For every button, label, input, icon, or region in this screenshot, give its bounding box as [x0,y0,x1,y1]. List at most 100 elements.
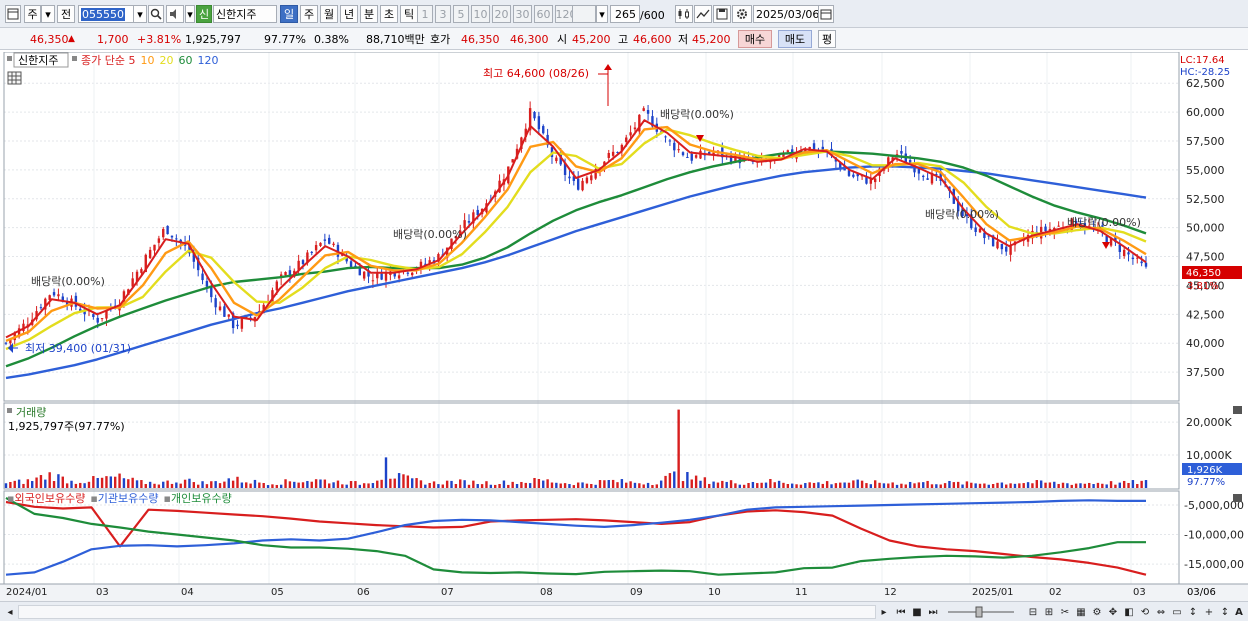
compare-icon[interactable]: ◧ [1122,605,1136,619]
volume-bar [157,484,161,488]
first-page-icon[interactable]: ⏮ [894,605,908,619]
holding-legend[interactable]: ▪외국인보유수량 ▪기관보유수량 ▪개인보유수량 [7,492,232,505]
open-label: 시 [557,33,568,46]
count-input[interactable]: 265 [610,5,640,23]
interval-button-5[interactable]: 30 [513,5,532,23]
stock-chart[interactable]: 62,500 60,000 57,500 55,000 52,500 50,000 47,5… [0,52,1248,601]
ma-legend-item: 20 [159,54,173,67]
drawing-tool-icon[interactable] [694,5,712,23]
volume-bar [210,481,213,488]
candle-body [323,239,327,241]
stop-icon[interactable]: ■ [910,605,924,619]
scroll-right-icon[interactable]: ▸ [878,605,890,619]
volume-bar [642,484,645,488]
interval-button-6[interactable]: 60 [534,5,553,23]
candle-body [4,342,8,344]
volume-bar [231,480,235,488]
speaker-dropdown-icon[interactable]: ▾ [185,5,195,23]
volume-bar [328,483,331,488]
zoom-in-icon[interactable]: ⊞ [1042,605,1056,619]
volume-bar [1053,481,1056,488]
volume-bar [1122,480,1126,488]
volume-bar [572,485,576,488]
candle-body [175,238,178,240]
sell-button[interactable]: 매도 [778,30,812,48]
rate-button[interactable]: 평 [818,30,836,48]
period-tab-3[interactable]: 년 [340,5,358,23]
scissors-icon[interactable]: ✂ [1058,605,1072,619]
volume-bar [279,484,283,488]
volume-bar [625,482,628,488]
more-icon[interactable]: ↕ [1186,605,1200,619]
interval-button-2[interactable]: 5 [453,5,469,23]
interval-button-1[interactable]: 3 [435,5,451,23]
period-tab-4[interactable]: 분 [360,5,378,23]
date-input[interactable]: 2025/03/06 [753,5,819,23]
gear-icon[interactable] [732,5,752,23]
interval-button-4[interactable]: 20 [492,5,511,23]
interval-button-0[interactable]: 1 [417,5,433,23]
candle-body [974,227,977,232]
fit-icon[interactable]: ⇔ [1154,605,1168,619]
volume-bar [668,473,672,488]
tools-icon[interactable]: ⚙ [1090,605,1104,619]
panel-close-icon[interactable] [1233,406,1242,414]
volume-bar [65,483,69,488]
market-dropdown-icon[interactable]: ▾ [41,5,55,23]
period-prev-button[interactable]: 전 [57,5,75,23]
buy-button[interactable]: 매수 [738,30,772,48]
speaker-icon[interactable] [166,5,184,23]
current-price: 46,350 [30,32,69,46]
calendar-icon[interactable] [818,5,834,23]
candle-type-icon[interactable] [675,5,693,23]
volume-bar [913,483,916,488]
market-select[interactable]: 주 [24,5,41,23]
period-tab-5[interactable]: 초 [380,5,398,23]
window-menu-icon[interactable] [5,5,21,23]
period-tab-1[interactable]: 주 [300,5,318,23]
dividend-note-5: 배당락(0.00%) [1067,216,1141,229]
scroll-end-icon[interactable]: ↕ [1218,605,1232,619]
candle-body [900,151,903,154]
volume-bar [1066,483,1069,488]
scroll-left-icon[interactable]: ◂ [4,605,16,619]
candle-body [533,112,536,119]
period-tab-2[interactable]: 월 [320,5,338,23]
zoom-out-icon[interactable]: ⊟ [1026,605,1040,619]
x-axis-label: 12 [884,587,897,598]
font-size-icon[interactable]: A [1232,605,1246,619]
grid-icon[interactable]: ▦ [1074,605,1088,619]
candle-body [1118,244,1121,253]
panel-close-icon[interactable] [1233,494,1242,502]
period-tab-6[interactable]: 틱 [400,5,418,23]
interval-dropdown-icon[interactable]: ▾ [596,5,608,23]
code-dropdown-icon[interactable]: ▾ [133,5,147,23]
interval-button-3[interactable]: 10 [471,5,490,23]
price-axis-tick: 37,500 [1186,366,1225,379]
add-icon[interactable]: + [1202,605,1216,619]
volume-bar [760,482,763,488]
candle-body [786,150,790,153]
pan-icon[interactable]: ✥ [1106,605,1120,619]
volume-bar [1079,483,1082,488]
zoom-slider[interactable] [946,605,1016,619]
volume-bar [1096,482,1100,488]
volume-bar [367,483,370,488]
period-tab-0[interactable]: 일 [280,5,298,23]
volume-bar [445,480,449,488]
save-icon[interactable] [713,5,731,23]
volume-bar [196,484,200,488]
table-toggle-icon[interactable] [7,71,22,85]
hc-value: HC:-28.25 [1180,67,1230,78]
turnover-rate: 0.38% [314,32,349,46]
stock-name-field[interactable]: 신한지주 [213,5,277,23]
ma-legend[interactable]: 종가 단순 5 10 20 60 120 [81,54,218,67]
window-icon[interactable]: ▭ [1170,605,1184,619]
candle-body [926,178,929,180]
scroll-track[interactable] [18,605,876,619]
stock-code-input[interactable]: 055550 [78,5,134,23]
interval-input[interactable] [572,5,596,23]
reset-icon[interactable]: ⟲ [1138,605,1152,619]
search-icon[interactable] [148,5,164,23]
next-page-icon[interactable]: ⏭ [926,605,940,619]
